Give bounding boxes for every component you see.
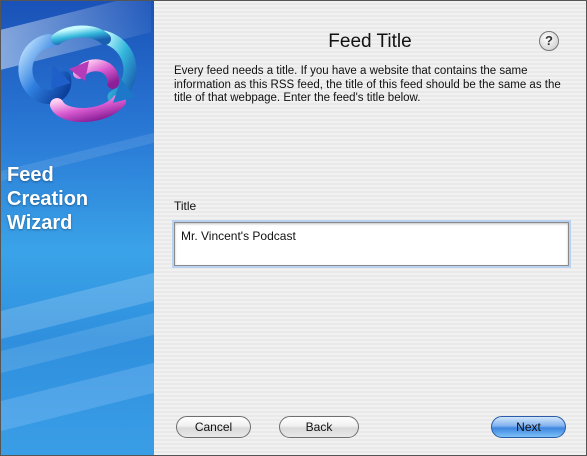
wizard-title: Feed Creation Wizard (7, 163, 152, 235)
description-text: Every feed needs a title. If you have a … (174, 65, 561, 104)
content-pane: Feed Title ? Every feed needs a title. I… (154, 1, 586, 455)
cancel-button[interactable]: Cancel (176, 416, 251, 438)
wizard-title-line: Creation (7, 188, 89, 210)
title-input[interactable]: Mr. Vincent's Podcast (172, 220, 571, 268)
title-field-label: Title (174, 199, 197, 213)
back-button[interactable]: Back (279, 416, 359, 438)
wizard-title-line: Feed (7, 164, 54, 186)
sidebar: Feed Creation Wizard (1, 1, 154, 455)
feed-creation-logo-icon (18, 25, 137, 123)
next-button[interactable]: Next (491, 416, 566, 438)
page-title: Feed Title (328, 31, 412, 52)
wizard-window: Feed Creation Wizard Feed Title ? Every … (0, 0, 587, 456)
sidebar-decoration (1, 361, 154, 431)
help-button[interactable]: ? (539, 31, 559, 51)
wizard-title-line: Wizard (7, 212, 73, 234)
